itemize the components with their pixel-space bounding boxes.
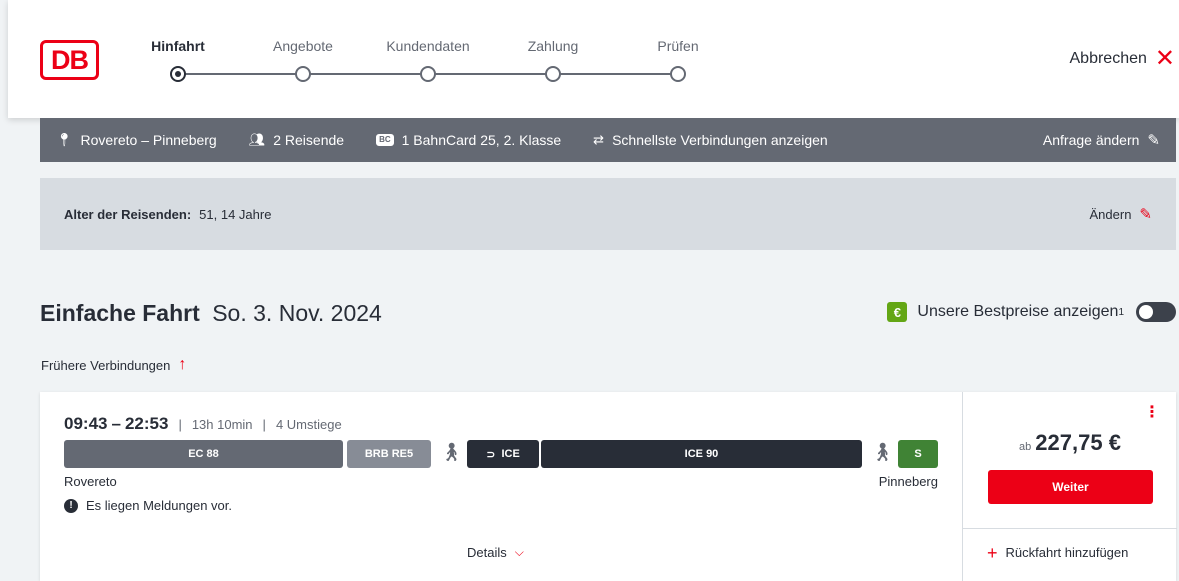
chevron-down-icon: ⌵ [514,545,524,559]
segment-sbahn[interactable]: S [898,440,938,468]
swap-arrows-icon: ⇄ [593,132,605,147]
title-row: Einfache Fahrt So. 3. Nov. 2024 € Unsere… [40,300,1176,330]
divider: | [262,417,266,432]
price-panel: ⋮ ab 227,75 € Weiter + Rückfahrt hinzufüg… [962,392,1177,581]
route-text: Rovereto – Pinneberg [80,132,217,148]
price-prefix: ab [1019,441,1032,453]
more-options-icon[interactable]: ⋮ [1144,405,1160,421]
summary-travelers: 👥︎ 2 Reisende [249,132,344,148]
edit-request-button[interactable]: Anfrage ändern ✎ [1043,131,1160,149]
price-display: ab 227,75 € [963,430,1177,456]
cancel-button[interactable]: Abbrechen ✕ [1069,45,1176,72]
step-angebote: Angebote [253,36,353,82]
departure-time: 09:43 [64,414,108,433]
destination-station: Pinneberg [878,474,938,489]
location-pin-icon: 📍︎ [56,132,73,147]
connection-times: 09:43 – 22:53 | 13h 10min | 4 Umstiege [64,414,342,434]
warning-icon: ! [64,498,78,513]
step-label: Hinfahrt [151,38,205,54]
segment-label: ICE [501,448,520,460]
step-dot [545,66,561,82]
notice-row: ! Es liegen Meldungen vor. [64,498,232,513]
edit-ages-label: Ändern [1089,206,1132,222]
step-label: Prüfen [657,38,699,54]
segment-label: ICE 90 [684,448,719,460]
pencil-icon: ✎ [1147,132,1160,149]
ages-value: 51, 14 Jahre [199,206,272,222]
duration: 13h 10min [191,417,253,432]
close-icon: ✕ [1154,45,1175,72]
segment-label: BRB RE5 [364,448,414,460]
search-summary-bar: 📍︎ Rovereto – Pinneberg 👥︎ 2 Reisende BC… [40,118,1176,162]
bahncard-text: 1 BahnCard 25, 2. Klasse [401,132,562,148]
earlier-connections-link[interactable]: Frühere Verbindungen ↑ [41,356,186,374]
price-value: 227,75 € [1035,430,1121,455]
connection-card: 09:43 – 22:53 | 13h 10min | 4 Umstiege E… [40,392,1177,581]
bestprice-toggle[interactable] [1136,302,1176,322]
bestprice-label: Unsere Bestpreise anzeigen [917,303,1119,320]
origin-station: Rovereto [64,474,117,489]
edit-ages-button[interactable]: Ändern ✎ [1090,205,1153,223]
footnote-marker: 1 [1118,306,1124,318]
step-dot [295,66,311,82]
page-title: Einfache Fahrt [40,300,200,326]
euro-icon: € [887,302,908,322]
walking-icon: 🚶︎ [871,442,894,462]
people-icon: 👥︎ [248,132,266,147]
step-kundendaten: Kundendaten [378,36,478,82]
add-return-label: Rückfahrt hinzufügen [1005,545,1129,560]
step-hinfahrt: Hinfahrt [128,36,228,82]
add-return-trip-button[interactable]: + Rückfahrt hinzufügen [987,542,1129,563]
step-dot [670,66,686,82]
bestprice-toggle-row: € Unsere Bestpreise anzeigen 1 [887,302,1176,322]
segment-brb-re5[interactable]: BRB RE5 [347,440,431,468]
step-dot-active [170,66,186,82]
continue-button[interactable]: Weiter [988,470,1153,504]
step-label: Angebote [273,38,333,54]
pencil-icon: ✎ [1139,206,1152,223]
details-toggle[interactable]: Details ⌵ [467,545,524,560]
travelers-text: 2 Reisende [273,132,345,148]
earlier-label: Frühere Verbindungen [41,357,171,373]
step-pruefen: Prüfen [628,36,728,82]
progress-steps: Hinfahrt Angebote Kundendaten Zahlung Pr… [138,36,699,86]
divider [963,528,1177,529]
summary-bahncard: BC 1 BahnCard 25, 2. Klasse [376,132,561,148]
summary-fastest: ⇄ Schnellste Verbindungen anzeigen [593,132,828,148]
changes: 4 Umstiege [275,417,342,432]
segment-label: S [914,448,922,460]
ages-label: Alter der Reisenden: [64,206,192,222]
walking-icon: 🚶︎ [440,442,463,462]
db-logo-text: DB [51,44,89,75]
edit-request-label: Anfrage ändern [1042,132,1140,148]
step-zahlung: Zahlung [503,36,603,82]
db-logo[interactable]: DB [40,40,99,80]
cancel-label: Abbrechen [1069,50,1147,67]
segment-ec88[interactable]: EC 88 [64,440,343,468]
ice-train-icon: ⊃ [486,448,496,461]
fastest-text: Schnellste Verbindungen anzeigen [612,132,828,148]
bahncard-icon: BC [376,134,394,146]
time-separator: – [111,414,121,433]
journey-segments: EC 88 BRB RE5 🚶︎ ⊃ ICE ICE 90 🚶︎ S [64,440,944,468]
segment-ice[interactable]: ⊃ ICE [467,440,539,468]
arrow-up-icon: ↑ [178,356,187,373]
traveler-ages-box: Alter der Reisenden: 51, 14 Jahre Ändern… [40,178,1176,250]
step-label: Zahlung [527,38,579,54]
step-dot [420,66,436,82]
segment-ice90[interactable]: ICE 90 [541,440,862,468]
notice-text: Es liegen Meldungen vor. [86,498,232,513]
summary-route: 📍︎ Rovereto – Pinneberg [56,132,217,148]
header: DB Hinfahrt Angebote Kundendaten Zahlung… [8,0,1179,118]
connection-info: 09:43 – 22:53 | 13h 10min | 4 Umstiege E… [40,392,962,581]
travel-date: So. 3. Nov. 2024 [212,300,382,326]
segment-label: EC 88 [188,448,219,460]
divider: | [178,417,182,432]
details-label: Details [467,545,507,560]
step-label: Kundendaten [386,38,470,54]
arrival-time: 22:53 [124,414,169,433]
plus-icon: + [987,542,998,563]
